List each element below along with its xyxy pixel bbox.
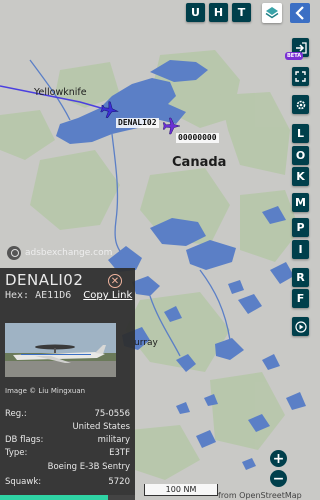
field-value: Boeing E-3B Sentry xyxy=(47,462,130,472)
photo-credit: Image © Liu Mingxuan xyxy=(5,387,86,395)
layers-icon xyxy=(265,7,279,19)
hex-value: AE11D6 xyxy=(35,290,72,301)
close-icon[interactable]: ✕ xyxy=(108,274,122,288)
zoom-out-button[interactable]: − xyxy=(270,470,287,487)
fullscreen-button[interactable] xyxy=(292,67,309,86)
field-key: Reg.: xyxy=(5,409,27,419)
beta-badge: BETA xyxy=(285,52,304,60)
field-value: United States xyxy=(72,422,130,432)
sidebar-button-m[interactable]: M xyxy=(292,193,309,212)
progress-fill xyxy=(0,495,108,500)
field-key: DB flags: xyxy=(5,435,44,445)
field-value: 5720 xyxy=(108,477,130,487)
aircraft-photo[interactable] xyxy=(5,323,116,377)
sidebar-button-l[interactable]: L xyxy=(292,124,309,143)
field-value: E3TF xyxy=(109,448,130,458)
sidebar-button-f[interactable]: F xyxy=(292,289,309,308)
field-value: 75-0556 xyxy=(94,409,130,419)
settings-button[interactable] xyxy=(292,95,309,114)
gear-icon xyxy=(296,100,305,109)
sidebar-button-o[interactable]: O xyxy=(292,146,309,165)
adsbexchange-logo-icon xyxy=(7,246,21,260)
field-key: Type: xyxy=(5,448,28,458)
sidebar-button-i[interactable]: I xyxy=(292,240,309,259)
toolbar-button-u[interactable]: U xyxy=(186,3,205,22)
field-value: military xyxy=(97,435,130,445)
panel-callsign: DENALI02 xyxy=(5,271,84,289)
panel-progress-bar xyxy=(0,495,135,500)
aircraft-photo-image xyxy=(5,323,116,377)
toolbar-button-h[interactable]: H xyxy=(209,3,228,22)
sidebar-button-k[interactable]: K xyxy=(292,167,309,186)
fullscreen-icon xyxy=(295,71,306,82)
scale-label: 100 NM xyxy=(165,485,197,494)
play-circle-icon xyxy=(294,320,307,333)
aircraft-label-denali02[interactable]: DENALI02 xyxy=(116,118,159,128)
map-attribution[interactable]: from OpenStreetMap xyxy=(218,491,302,500)
sidebar-button-p[interactable]: P xyxy=(292,218,309,237)
layers-button[interactable] xyxy=(262,3,282,23)
aircraft-label-00000000[interactable]: 00000000 xyxy=(176,133,219,143)
collapse-sidebar-button[interactable] xyxy=(290,3,310,23)
zoom-in-button[interactable]: + xyxy=(270,450,287,467)
watermark-text: adsbexchange.com xyxy=(25,248,113,258)
aircraft-info-panel: DENALI02 ✕ Hex: AE11D6 Copy Link Image ©… xyxy=(0,268,135,500)
chevron-left-icon xyxy=(295,6,304,20)
replay-button[interactable] xyxy=(292,317,309,336)
hex-label: Hex: xyxy=(5,290,30,301)
field-key: Squawk: xyxy=(5,477,42,487)
scale-bar: 100 NM xyxy=(144,484,218,496)
place-label-murray: urray xyxy=(134,338,158,348)
adsbexchange-watermark: adsbexchange.com xyxy=(7,246,112,260)
toolbar-button-t[interactable]: T xyxy=(232,3,251,22)
hex-row: Hex: AE11D6 Copy Link xyxy=(5,290,132,301)
place-label-canada: Canada xyxy=(172,155,227,170)
copy-link[interactable]: Copy Link xyxy=(83,290,132,301)
sidebar-button-r[interactable]: R xyxy=(292,268,309,287)
place-label-yellowknife: Yellowknife xyxy=(34,87,87,98)
